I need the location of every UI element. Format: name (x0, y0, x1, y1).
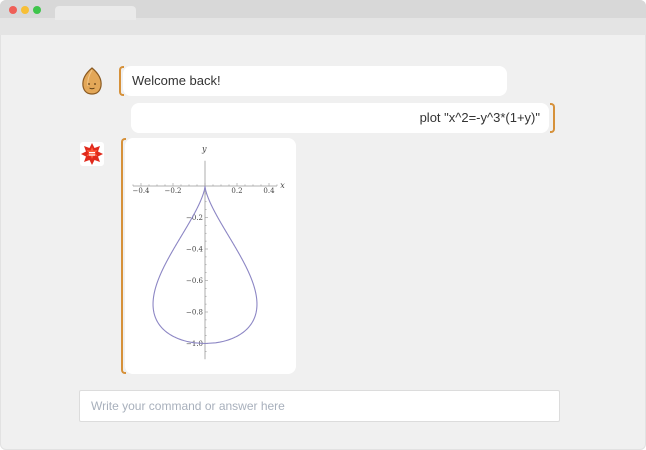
implicit-curve-plot: −0.4 −0.2 0.2 0.4−0.2−0.4−0.6−0.8−1.0 x y (133, 144, 285, 360)
x-tick-label: −0.2 (165, 187, 182, 195)
command-input[interactable] (79, 390, 560, 422)
x-tick-label: 0.2 (231, 187, 242, 195)
maximize-window-button[interactable] (33, 6, 41, 14)
minimize-window-button[interactable] (21, 6, 29, 14)
x-axis-label: x (280, 181, 285, 190)
y-axis-label: y (201, 144, 207, 153)
app-window: Welcome back! plot "x^2=-y^3*(1+y)" −0.4… (0, 0, 646, 450)
browser-tab[interactable] (55, 6, 136, 20)
message-bracket (550, 103, 555, 133)
x-tick-label: 0.4 (263, 187, 275, 195)
plot-result-card: −0.4 −0.2 0.2 0.4 −0.2 −0.4 −0.6 −0.8 −1.0 x y (125, 138, 296, 374)
y-tick-label: −0.4 (186, 246, 204, 254)
almond-avatar-icon (82, 67, 102, 95)
title-bar (0, 0, 646, 35)
tab-strip (0, 18, 646, 35)
x-tick-label: −0.4 (133, 187, 151, 195)
wolfram-star-icon (80, 142, 104, 166)
user-message-command: plot "x^2=-y^3*(1+y)" (131, 103, 549, 133)
y-tick-label: −0.8 (186, 309, 203, 317)
y-tick-label: −0.2 (186, 214, 203, 222)
y-tick-label: −0.6 (186, 277, 204, 285)
bot-message-welcome: Welcome back! (123, 66, 507, 96)
close-window-button[interactable] (9, 6, 17, 14)
